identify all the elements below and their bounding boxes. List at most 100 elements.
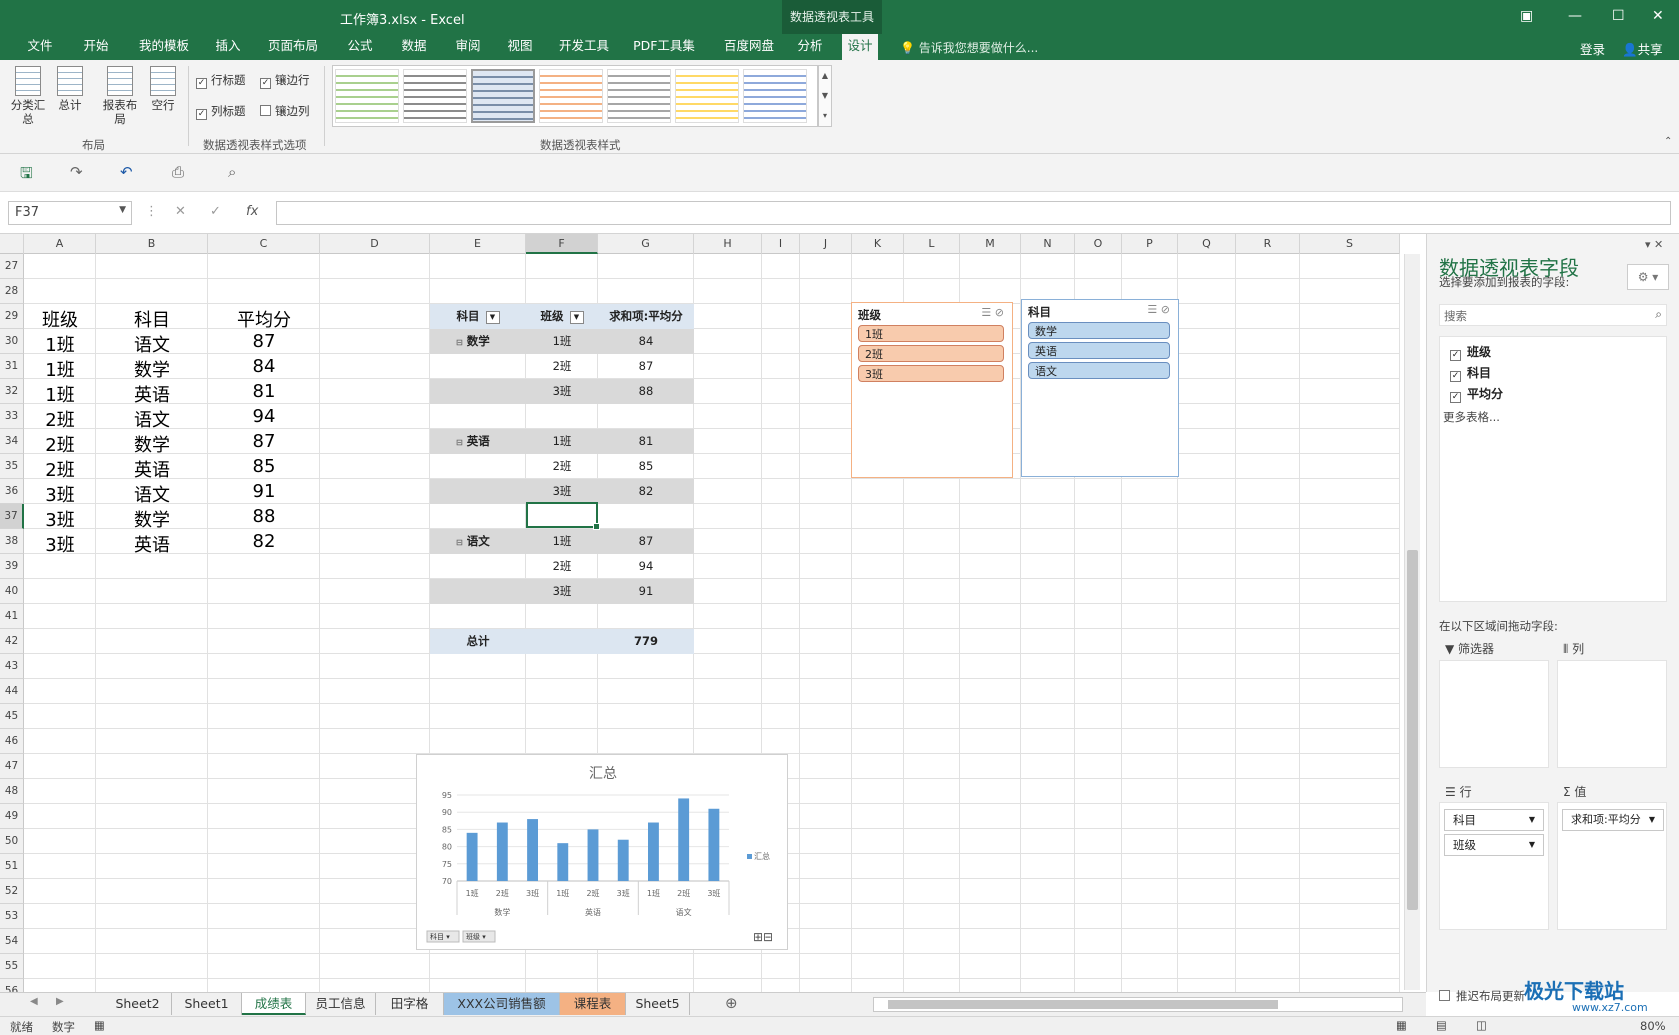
sheet-tab[interactable]: 员工信息 [306, 993, 376, 1015]
pivot-group-label[interactable]: ⊟ 数学 [434, 329, 526, 354]
pivot-row-label[interactable]: 1班 [526, 429, 598, 454]
sheet-tab[interactable]: XXX公司销售额 [444, 993, 560, 1015]
filter-dropdown-icon[interactable]: ▼ [569, 311, 584, 324]
horizontal-scroll-thumb[interactable] [888, 1000, 1278, 1009]
formula-input[interactable] [276, 201, 1671, 225]
slicer-subject[interactable]: 科目 ☰ ⊘ 数学 英语 语文 [1021, 299, 1179, 477]
row-header[interactable]: 42 [0, 629, 24, 654]
ribbon-tab[interactable]: 视图 [498, 34, 542, 60]
field-checkbox[interactable]: ✓ 平均分 [1450, 385, 1503, 403]
horizontal-scrollbar[interactable] [873, 997, 1403, 1012]
field-search-input[interactable]: 搜索 ⌕ [1439, 304, 1667, 326]
filter-area[interactable] [1439, 660, 1549, 768]
pivot-header-cell[interactable]: 科目 ▼ [430, 304, 526, 329]
column-header[interactable]: H [694, 234, 762, 254]
row-header[interactable]: 29 [0, 304, 24, 329]
pivot-value[interactable]: 85 [598, 454, 694, 479]
ribbon-tab[interactable]: 文件 [18, 34, 62, 60]
style-swatch-light-gray[interactable] [607, 69, 671, 123]
source-cell[interactable]: 85 [208, 456, 320, 477]
sheet-tab[interactable]: 田字格 [376, 993, 444, 1015]
worksheet-grid[interactable]: ABCDEFGHIJKLMNOPQRS 27 28 29 30 31 32 33 34 35 36… [0, 234, 1400, 992]
source-cell[interactable]: 英语 [96, 381, 208, 407]
chevron-down-icon[interactable]: ▼ [1529, 835, 1535, 855]
source-cell[interactable]: 3班 [24, 481, 96, 507]
maximize-icon[interactable]: ☐ [1612, 8, 1625, 24]
ribbon-tab[interactable]: 数据 [392, 34, 436, 60]
source-cell[interactable]: 数学 [96, 506, 208, 532]
pivot-header-cell[interactable]: 班级 ▼ [526, 304, 598, 329]
report-layout-button[interactable]: 报表布局 [100, 66, 140, 126]
pivot-row-label[interactable]: 2班 [526, 554, 598, 579]
pivot-row-label[interactable]: 2班 [526, 454, 598, 479]
pivot-total-label[interactable]: 总计 [430, 629, 526, 654]
pivot-row-label[interactable]: 1班 [526, 329, 598, 354]
style-gallery-scroll[interactable]: ▲ ▼ ▾ [818, 65, 832, 127]
rows-area[interactable]: 科目 ▼ 班级 ▼ [1439, 802, 1549, 930]
pivot-group-label[interactable]: ⊟ 英语 [434, 429, 526, 454]
source-cell[interactable]: 1班 [24, 331, 96, 357]
row-header[interactable]: 53 [0, 904, 24, 929]
page-break-view-icon[interactable]: ◫ [1476, 1018, 1487, 1032]
source-cell[interactable]: 3班 [24, 531, 96, 557]
selected-cell[interactable] [526, 502, 600, 530]
row-header[interactable]: 56 [0, 979, 24, 992]
banded-cols-checkbox[interactable]: 镶边列 [260, 103, 310, 119]
source-cell[interactable]: 数学 [96, 356, 208, 382]
sheet-nav-next-icon[interactable]: ▶ [56, 996, 64, 1007]
cancel-icon[interactable]: ✕ [175, 204, 186, 219]
source-cell[interactable]: 2班 [24, 456, 96, 482]
slicer-item[interactable]: 3班 [858, 365, 1004, 382]
column-header[interactable]: D [320, 234, 430, 254]
column-header[interactable]: P [1122, 234, 1178, 254]
pivot-row-label[interactable]: 3班 [526, 379, 598, 404]
slicer-item[interactable]: 数学 [1028, 322, 1170, 339]
field-checkbox[interactable]: ✓ 科目 [1450, 364, 1491, 382]
column-header[interactable]: B [96, 234, 208, 254]
login-link[interactable]: 登录 [1580, 39, 1605, 58]
collapse-icon[interactable]: ⊟ [456, 338, 463, 347]
sheet-tab[interactable]: Sheet2 [104, 993, 172, 1015]
row-header[interactable]: 47 [0, 754, 24, 779]
enter-icon[interactable]: ✓ [210, 204, 221, 219]
row-header[interactable]: 50 [0, 829, 24, 854]
value-field-pill[interactable]: 求和项:平均分 ▼ [1562, 809, 1664, 831]
ribbon-tab[interactable]: 公式 [338, 34, 382, 60]
source-cell[interactable]: 84 [208, 356, 320, 377]
row-header[interactable]: 46 [0, 729, 24, 754]
pivot-value[interactable]: 87 [598, 529, 694, 554]
ribbon-tab[interactable]: 开发工具 [552, 34, 616, 60]
row-header[interactable]: 54 [0, 929, 24, 954]
ribbon-tab[interactable]: PDF工具集 [626, 34, 702, 60]
source-cell[interactable]: 3班 [24, 506, 96, 532]
style-swatch-green[interactable] [335, 69, 399, 123]
name-box[interactable]: F37 ▼ [8, 201, 132, 225]
source-cell[interactable]: 英语 [96, 531, 208, 557]
ribbon-tab[interactable]: 设计 [842, 34, 878, 60]
row-header[interactable]: 33 [0, 404, 24, 429]
select-all-corner[interactable] [0, 234, 24, 254]
field-checkbox[interactable]: ✓ 班级 [1450, 343, 1491, 361]
row-header[interactable]: 55 [0, 954, 24, 979]
pivot-value[interactable]: 81 [598, 429, 694, 454]
add-sheet-icon[interactable]: ⊕ [725, 994, 738, 1012]
banded-rows-checkbox[interactable]: ✓ 镶边行 [260, 72, 310, 89]
collapse-icon[interactable]: ⊟ [456, 438, 463, 447]
style-swatch-selected[interactable] [471, 69, 535, 123]
slicer-item[interactable]: 2班 [858, 345, 1004, 362]
row-header[interactable]: 44 [0, 679, 24, 704]
subtotals-button[interactable]: 分类汇总 [8, 66, 48, 126]
blank-rows-button[interactable]: 空行 [143, 66, 183, 112]
column-header[interactable]: R [1236, 234, 1300, 254]
column-header[interactable]: N [1021, 234, 1075, 254]
ribbon-tab[interactable]: 开始 [76, 34, 116, 60]
normal-view-icon[interactable]: ▦ [1396, 1018, 1407, 1032]
grand-totals-button[interactable]: 总计 [50, 66, 90, 112]
zoom-preview-icon[interactable]: ⌕ [228, 163, 236, 181]
pivot-value[interactable]: 82 [598, 479, 694, 504]
sheet-tab[interactable]: Sheet1 [172, 993, 242, 1015]
insert-function-icon[interactable]: fx [246, 204, 258, 219]
slicer-item[interactable]: 语文 [1028, 362, 1170, 379]
column-header[interactable]: I [762, 234, 800, 254]
column-header[interactable]: M [960, 234, 1021, 254]
